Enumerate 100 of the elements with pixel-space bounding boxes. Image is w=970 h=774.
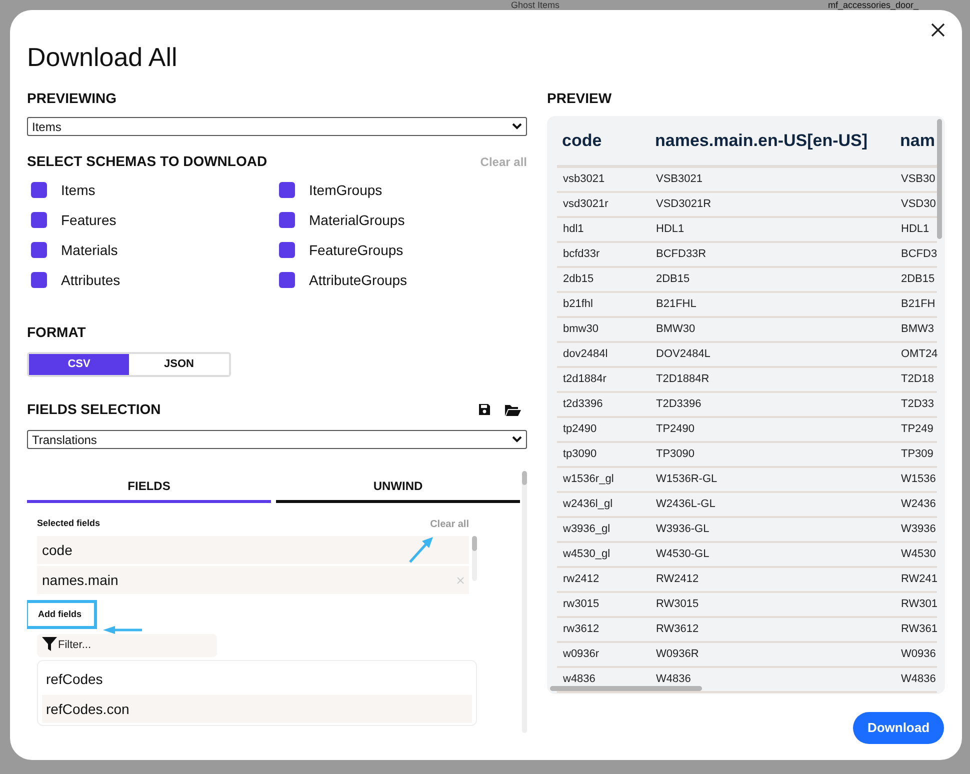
table-cell-text: W2436 <box>900 497 935 512</box>
tab[interactable]: FIELDS <box>27 471 271 503</box>
dialog-title: Download All <box>27 41 178 74</box>
format-toggle[interactable]: CSV <box>29 354 129 375</box>
field-item[interactable]: refCodes <box>42 665 472 693</box>
field-item[interactable]: code <box>37 536 469 564</box>
checkbox-label: Features <box>61 210 116 230</box>
dropdown-value: Items <box>32 118 62 136</box>
table-cell-text: w0936r <box>562 647 600 662</box>
table-cell-text: W3936 <box>900 522 935 538</box>
scrollbar[interactable] <box>522 471 527 733</box>
checkbox-label: Attributes <box>61 270 120 290</box>
list-heading: Add fields <box>27 600 97 629</box>
checkbox[interactable] <box>279 182 295 198</box>
table-cell-text: BCFD3 <box>900 247 935 262</box>
column-header: names.main.en-US[en-US] <box>654 130 869 152</box>
table-cell-text: tp3090 <box>562 447 598 462</box>
table-cell-text: BMW3 <box>900 322 935 338</box>
tab[interactable]: UNWIND <box>276 471 520 503</box>
dropdown[interactable]: Items <box>27 117 527 136</box>
table-cell-text: T2D18 <box>900 372 935 388</box>
table-cell-text: TP309 <box>900 447 934 462</box>
filter-icon <box>42 637 57 651</box>
table-cell-text: W4530-GL <box>655 547 710 562</box>
checkbox-label: ItemGroups <box>309 180 382 200</box>
table-cell-text: 2db15 <box>562 272 595 288</box>
table-cell-text: RW301 <box>900 597 935 612</box>
table-cell-text: VSD3021R <box>655 197 712 212</box>
table-cell-text: w3936_gl <box>562 522 612 538</box>
close-icon <box>931 23 945 37</box>
background-text: mf_accessories_door_ <box>828 0 919 10</box>
section-heading: PREVIEW <box>547 89 613 106</box>
table-cell-text: vsb3021 <box>562 172 606 188</box>
table-cell-text: t2d1884r <box>562 372 608 388</box>
table-cell-text: TP3090 <box>655 447 696 462</box>
column-header: code <box>561 130 603 152</box>
table-cell-text: B21FHL <box>655 297 698 312</box>
section-heading: FORMAT <box>27 323 87 342</box>
checkbox-label: Materials <box>61 240 118 260</box>
folder-icon[interactable] <box>505 404 521 416</box>
table-cell-text: W0936 <box>900 647 935 662</box>
dropdown[interactable]: Translations <box>27 430 527 449</box>
table-cell-text: W4530 <box>900 547 935 562</box>
section-heading: PREVIEWING <box>27 89 118 106</box>
scrollbar[interactable] <box>937 119 942 239</box>
table-cell-text: RW241 <box>900 572 935 588</box>
table-cell-text: W1536 <box>900 472 935 488</box>
table-cell-text: t2d3396 <box>562 397 604 412</box>
table-cell-text: VSB3021 <box>655 172 704 188</box>
table-cell-text: RW3015 <box>655 597 700 612</box>
table-cell-text: w1536r_gl <box>562 472 615 488</box>
checkbox[interactable] <box>31 242 47 258</box>
checkbox[interactable] <box>31 272 47 288</box>
table-cell-text: W3936-GL <box>655 522 710 538</box>
table-cell-text: RW3612 <box>655 622 700 638</box>
column-header: nam <box>899 130 935 152</box>
table-cell-text: w2436l_gl <box>562 497 614 512</box>
checkbox[interactable] <box>279 242 295 258</box>
table-cell-text: b21fhl <box>562 297 594 312</box>
table-cell-text: HDL1 <box>900 222 930 238</box>
save-icon[interactable] <box>478 403 491 416</box>
table-cell-text: W4836 <box>655 672 692 688</box>
table-cell-text: T2D33 <box>900 397 935 412</box>
table-cell-text: rw3612 <box>562 622 600 638</box>
table-cell-text: w4530_gl <box>562 547 612 562</box>
checkbox-label: Items <box>61 180 96 200</box>
table-cell-text: W2436L-GL <box>655 497 716 512</box>
download-button[interactable]: Download <box>853 712 944 744</box>
table-cell-text: B21FH <box>900 297 935 312</box>
checkbox[interactable] <box>279 272 295 288</box>
table-cell-text: W0936R <box>655 647 700 662</box>
table-cell-text: VSB30 <box>900 172 935 188</box>
field-item[interactable]: names.main <box>37 566 469 594</box>
checkbox[interactable] <box>31 212 47 228</box>
table-cell-text: bcfd33r <box>562 247 601 262</box>
checkbox-label: AttributeGroups <box>309 270 408 290</box>
table-cell-text: rw3015 <box>562 597 600 612</box>
checkbox[interactable] <box>31 182 47 198</box>
background-text: Ghost Items <box>511 0 560 10</box>
scrollbar[interactable] <box>550 686 702 691</box>
table-cell-text: TP249 <box>900 422 934 438</box>
checkbox[interactable] <box>279 212 295 228</box>
table-cell-text: rw2412 <box>562 572 600 588</box>
table-cell-text: bmw30 <box>562 322 600 338</box>
filter-field[interactable]: Filter... <box>37 634 217 656</box>
section-heading: SELECT SCHEMAS TO DOWNLOAD <box>27 152 268 171</box>
table-cell-text: tp2490 <box>562 422 598 438</box>
scrollbar[interactable] <box>472 536 477 581</box>
table-cell-text: VSD30 <box>900 197 935 212</box>
field-item[interactable]: refCodes.con <box>42 695 472 723</box>
annotation-arrow <box>408 536 434 564</box>
table-cell-text: w4836 <box>562 672 596 688</box>
table-cell-text: hdl1 <box>562 222 585 238</box>
table-cell-text: T2D3396 <box>655 397 702 412</box>
dropdown-value: Translations <box>32 432 97 448</box>
section-heading: FIELDS SELECTION <box>27 400 161 419</box>
caret-icon <box>512 123 522 130</box>
table-cell-text: RW2412 <box>655 572 700 588</box>
table-cell-text: 2DB15 <box>900 272 935 288</box>
table-cell-text: TP2490 <box>655 422 696 438</box>
